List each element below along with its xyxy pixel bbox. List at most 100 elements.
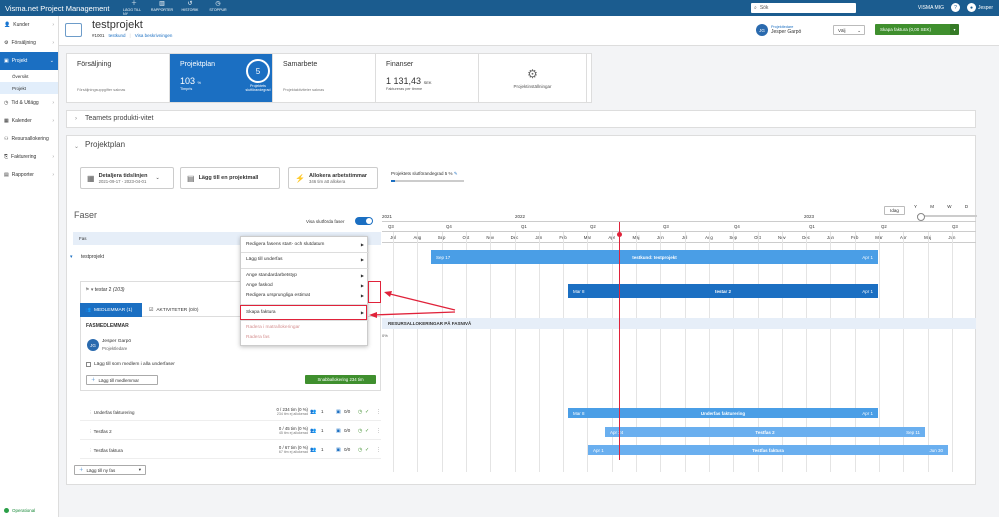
gantt-bar-project[interactable]: Sep 17 testkund: testprojekt Apr 1 — [431, 250, 878, 264]
more-menu-icon[interactable]: ⋮ — [376, 447, 381, 453]
add-to-all-subphases[interactable]: Lägg till som medlem i alla underfaser — [86, 362, 175, 367]
card-note: Försäljningsuppgifter saknas — [77, 88, 126, 92]
menu-item-add-subphase[interactable]: Lägg till underfas ▶ — [246, 257, 364, 262]
menu-item-edit-estimates[interactable]: Redigera ursprungliga estimat ▶ — [246, 293, 364, 298]
hours-sub: 45 tim ej allokerad — [278, 431, 308, 435]
status-dot-icon — [4, 508, 9, 513]
check-icon[interactable]: ✓ — [365, 428, 369, 434]
card-collaboration[interactable]: Samarbete Projektaktiviteter saknas — [273, 54, 376, 102]
card-sales[interactable]: Försäljning Försäljningsuppgifter saknas — [67, 54, 170, 102]
drag-handle-icon[interactable]: ⋮ — [88, 429, 93, 434]
edit-pencil-icon[interactable]: ✎ — [454, 171, 458, 176]
check-icon[interactable]: ✓ — [365, 447, 369, 453]
card-project-settings[interactable]: ⚙ Projektinställningar — [479, 54, 587, 102]
show-completed-toggle[interactable] — [355, 217, 373, 225]
clock-icon[interactable]: ◷ — [358, 428, 362, 434]
gantt-bar-row[interactable]: Mar 8 Underfas fakturering Apr 1 — [568, 408, 878, 418]
year-label: 2022 — [515, 214, 526, 219]
sidebar-item-tid[interactable]: ◷ Tid & Utlägg › — [0, 94, 58, 112]
sidebar-sub-projekt[interactable]: Projekt — [0, 82, 58, 94]
table-row[interactable]: ⋮ Testfas faktura 0 / 67 tim (0 %) 67 tim… — [80, 443, 381, 459]
members-icon[interactable]: 👥 — [310, 428, 316, 434]
drag-handle-icon[interactable]: ⋮ — [88, 448, 93, 453]
add-template-button[interactable]: ▤ Lägg till en projektmall — [180, 167, 280, 189]
team-productivity-panel[interactable]: › Teamets produkti-vitet — [66, 110, 976, 128]
card-value-number: 103 — [180, 76, 196, 86]
chevron-down-icon[interactable]: ⌄ — [74, 143, 79, 150]
activities-icon[interactable]: ▣ — [336, 447, 341, 453]
drag-handle-icon[interactable]: ⋮ — [88, 410, 93, 415]
sidebar-item-kunder[interactable]: 👤 Kunder › — [0, 16, 58, 34]
quarter-label: Q2 — [590, 224, 596, 229]
tab-members[interactable]: 👥 MEDLEMMAR (1) — [80, 303, 142, 317]
members-icon[interactable]: 👥 — [310, 409, 316, 415]
caret-right-icon: ▶ — [360, 257, 364, 262]
table-row[interactable]: ⋮ Testfas 2 0 / 45 tim (0 %) 45 tim ej al… — [80, 424, 381, 440]
members-icon[interactable]: 👥 — [310, 447, 316, 453]
more-menu-icon[interactable]: ⋮ — [376, 428, 381, 434]
history-button[interactable]: ↺ HISTORIK — [179, 1, 201, 16]
add-phase-button[interactable]: ＋ Lägg till ny fas ▾ — [74, 465, 146, 475]
sidebar-item-fakturering[interactable]: ⎘ Fakturering › — [0, 148, 58, 166]
zoom-year[interactable]: Y — [914, 204, 917, 209]
search-input[interactable]: ⌕ Sök — [751, 3, 856, 13]
customer-link[interactable]: testkund — [109, 33, 126, 38]
tab-activities[interactable]: ☑ AKTIVITETER (0/0) — [144, 303, 214, 317]
menu-item-label: Ange faskod — [246, 283, 273, 288]
table-row[interactable]: ⋮ Underfas fakturering 0 / 234 tim (0 %)… — [80, 405, 381, 421]
stopwatch-button[interactable]: ◷ STOPPUR — [207, 1, 229, 16]
sidebar-item-kalender[interactable]: ▦ Kalender › — [0, 112, 58, 130]
zoom-day[interactable]: D — [965, 204, 968, 209]
clock-icon[interactable]: ◷ — [358, 409, 362, 415]
reports-button[interactable]: ▥ RAPPORTER — [151, 1, 173, 16]
sidebar-item-forsaljning[interactable]: ⚙ Försäljning › — [0, 34, 58, 52]
checkbox[interactable] — [86, 362, 91, 367]
menu-item-delete-allocations[interactable]: Radera i matrallokeringar — [246, 325, 364, 330]
quick-allocation-button[interactable]: Snabballokering 234 tim — [305, 375, 376, 384]
add-new-button[interactable]: ＋ LÄGG TILL NY — [123, 1, 145, 16]
grid-line — [393, 232, 394, 472]
company-name[interactable]: VISMA MIG — [918, 5, 944, 11]
card-project-plan[interactable]: Projektplan 103 % Timpris 5 Projektets s… — [170, 54, 273, 102]
project-leader[interactable]: JG Projektledare Jesper Garpö — [756, 24, 801, 36]
zoom-month[interactable]: M — [930, 204, 934, 209]
activities-icon[interactable]: ▣ — [336, 409, 341, 415]
allocate-hours-button[interactable]: ⚡ Allokera arbetstimmar 346 tim att allok… — [288, 167, 378, 189]
sidebar-item-resursallokering[interactable]: ⚇ Resursallokering — [0, 130, 58, 148]
resource-allocation-percent: 0% — [382, 333, 388, 338]
user-menu[interactable]: ● Jesper — [966, 3, 993, 12]
quarter-label: Q3 — [952, 224, 958, 229]
sidebar-item-projekt[interactable]: ▣ Projekt ⌄ — [0, 52, 58, 70]
brand-logo[interactable]: Visma.net Project Management — [5, 4, 123, 13]
invoice-dropdown-button[interactable]: ▾ — [950, 24, 959, 35]
sidebar-item-rapporter[interactable]: ▤ Rapporter › — [0, 166, 58, 184]
detail-timeline-button[interactable]: ▦ Detaljera tidslinjen 2021-09-17 - 2023-… — [80, 167, 174, 189]
gear-icon: ⚙ — [527, 67, 538, 81]
member-name[interactable]: Jesper Garpö — [102, 339, 131, 344]
menu-item-delete-phase[interactable]: Radera fas — [246, 335, 364, 340]
gantt-bar-subphase[interactable]: Mar 8 testar 2 Apr 1 — [568, 284, 878, 298]
menu-item-work-type[interactable]: Ange standardarbetstyp ▶ — [246, 273, 364, 278]
menu-item-edit-dates[interactable]: Redigera fasens start- och slutdatum ▶ — [246, 242, 364, 247]
card-finance[interactable]: Finanser 1 131,43 SEK Faktureras per tim… — [376, 54, 479, 102]
clock-icon[interactable]: ◷ — [358, 447, 362, 453]
create-invoice-button[interactable]: Skapa faktura (0,00 SEK) — [875, 24, 958, 35]
project-header: testprojekt #1001 testkund | Visa beskri… — [59, 16, 999, 46]
gantt-bar-row[interactable]: Apr 1 Testfas faktura Jun 30 — [588, 445, 948, 455]
grid-line — [514, 232, 516, 472]
menu-item-phase-code[interactable]: Ange faskod ▶ — [246, 283, 364, 288]
choose-dropdown[interactable]: Välj ⌄ — [833, 25, 865, 35]
completion-ring-label: Projektets slutförandegrad — [245, 84, 271, 92]
zoom-week[interactable]: W — [947, 204, 951, 209]
check-icon[interactable]: ✓ — [365, 409, 369, 415]
activities-icon[interactable]: ▣ — [336, 428, 341, 434]
help-icon[interactable]: ? — [950, 3, 960, 12]
status-indicator[interactable]: Operational — [4, 508, 35, 513]
add-members-button[interactable]: ＋ Lägg till medlemmar — [86, 375, 158, 385]
gantt-bar-row[interactable]: Apr 24 Testfas 2 Sep 11 — [605, 427, 925, 437]
show-description-link[interactable]: Visa beskrivningen — [135, 33, 173, 38]
caret-right-icon: ▶ — [360, 242, 364, 247]
phases-title: Faser — [74, 210, 98, 220]
sidebar-sub-oversikt[interactable]: Översikt — [0, 70, 58, 82]
more-menu-icon[interactable]: ⋮ — [376, 409, 381, 415]
